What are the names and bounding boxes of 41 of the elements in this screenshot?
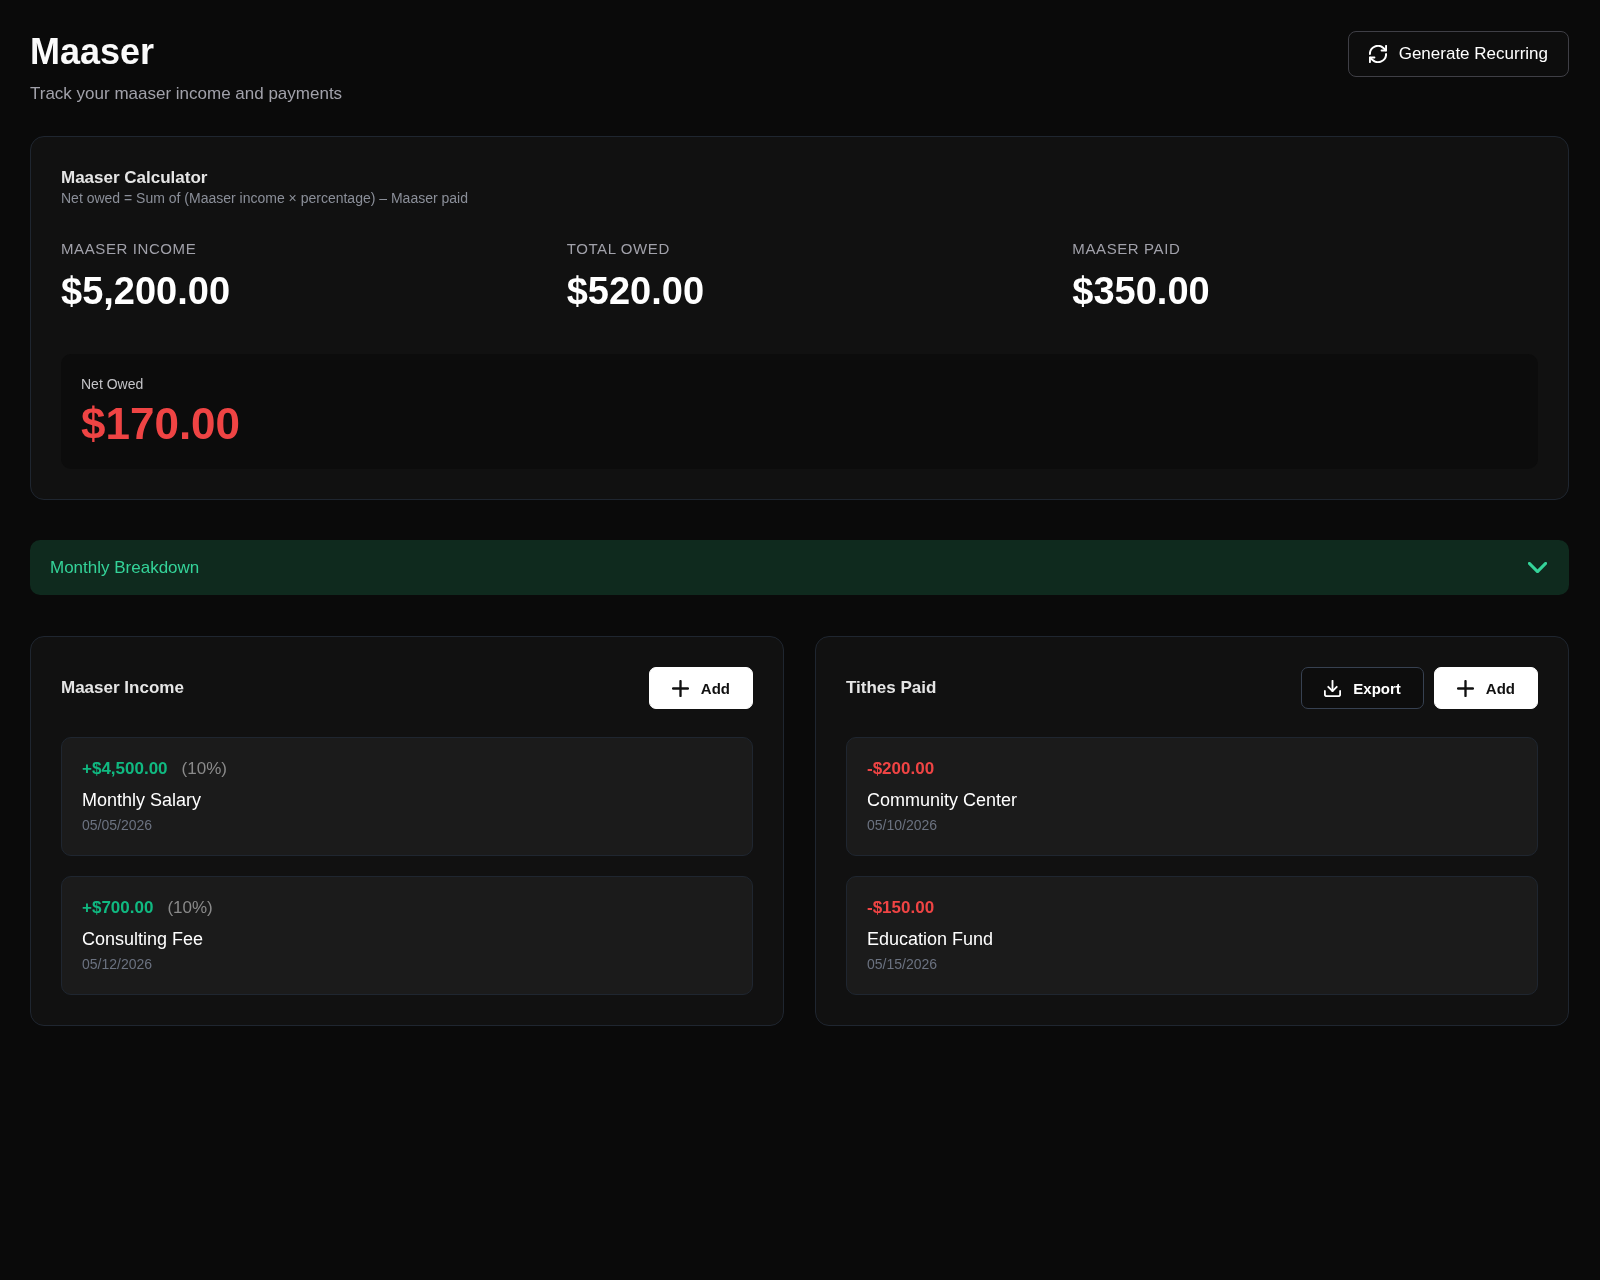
plus-icon: [671, 679, 689, 697]
net-owed-label: Net Owed: [81, 375, 144, 393]
entry-percent: (10%): [181, 758, 227, 780]
entry-name: Community Center: [867, 789, 1018, 812]
calculator-title: Maaser Calculator: [61, 168, 208, 187]
entry-amount: -$200.00: [867, 758, 935, 780]
panel-title: Tithes Paid: [846, 678, 937, 698]
entry-date: 05/10/2026: [867, 816, 938, 834]
stat-label: MAASER INCOME: [61, 239, 197, 259]
stat-value: $520.00: [566, 269, 705, 314]
entry-amount: +$700.00: [82, 897, 154, 919]
stat-value: $350.00: [1072, 269, 1210, 314]
entry-name: Consulting Fee: [82, 928, 204, 951]
page-subtitle: Track your maaser income and payments: [30, 83, 343, 105]
net-owed-value: $170.00: [81, 399, 241, 449]
entry-amount: -$150.00: [867, 897, 935, 919]
monthly-breakdown-toggle[interactable]: Monthly Breakdown: [30, 540, 1569, 595]
entry-card[interactable]: -$150.00 Education Fund 05/15/2026: [846, 876, 1538, 995]
entry-card[interactable]: +$4,500.00 (10%) Monthly Salary 05/05/2026: [61, 737, 753, 856]
formula-text: Net owed = Sum of (Maaser income × percentage) – Maaser paid: [61, 190, 468, 206]
entry-card[interactable]: -$200.00 Community Center 05/10/2026: [846, 737, 1538, 856]
download-icon: [1324, 679, 1342, 697]
entry-date: 05/05/2026: [82, 816, 153, 834]
entry-percent: (10%): [167, 897, 213, 919]
add-button[interactable]: Add: [1433, 667, 1538, 709]
stat-value: $5,200.00: [61, 269, 231, 314]
generate-recurring-button[interactable]: Generate Recurring: [1347, 31, 1569, 77]
entry-name: Monthly Salary: [82, 789, 202, 812]
stat-label: TOTAL OWED: [566, 239, 670, 259]
entry-date: 05/12/2026: [82, 955, 153, 973]
add-button[interactable]: Add: [648, 667, 753, 709]
entry-name: Education Fund: [867, 928, 994, 951]
plus-icon: [1456, 679, 1474, 697]
refresh-icon: [1368, 45, 1387, 63]
entry-amount: +$4,500.00: [82, 758, 168, 780]
export-button[interactable]: Export: [1301, 667, 1424, 709]
page-title: Maaser: [30, 30, 156, 74]
stat-label: MAASER PAID: [1072, 239, 1181, 259]
entry-card[interactable]: +$700.00 (10%) Consulting Fee 05/12/2026: [61, 876, 753, 995]
panel-title: Maaser Income: [61, 678, 184, 698]
entry-date: 05/15/2026: [867, 955, 938, 973]
